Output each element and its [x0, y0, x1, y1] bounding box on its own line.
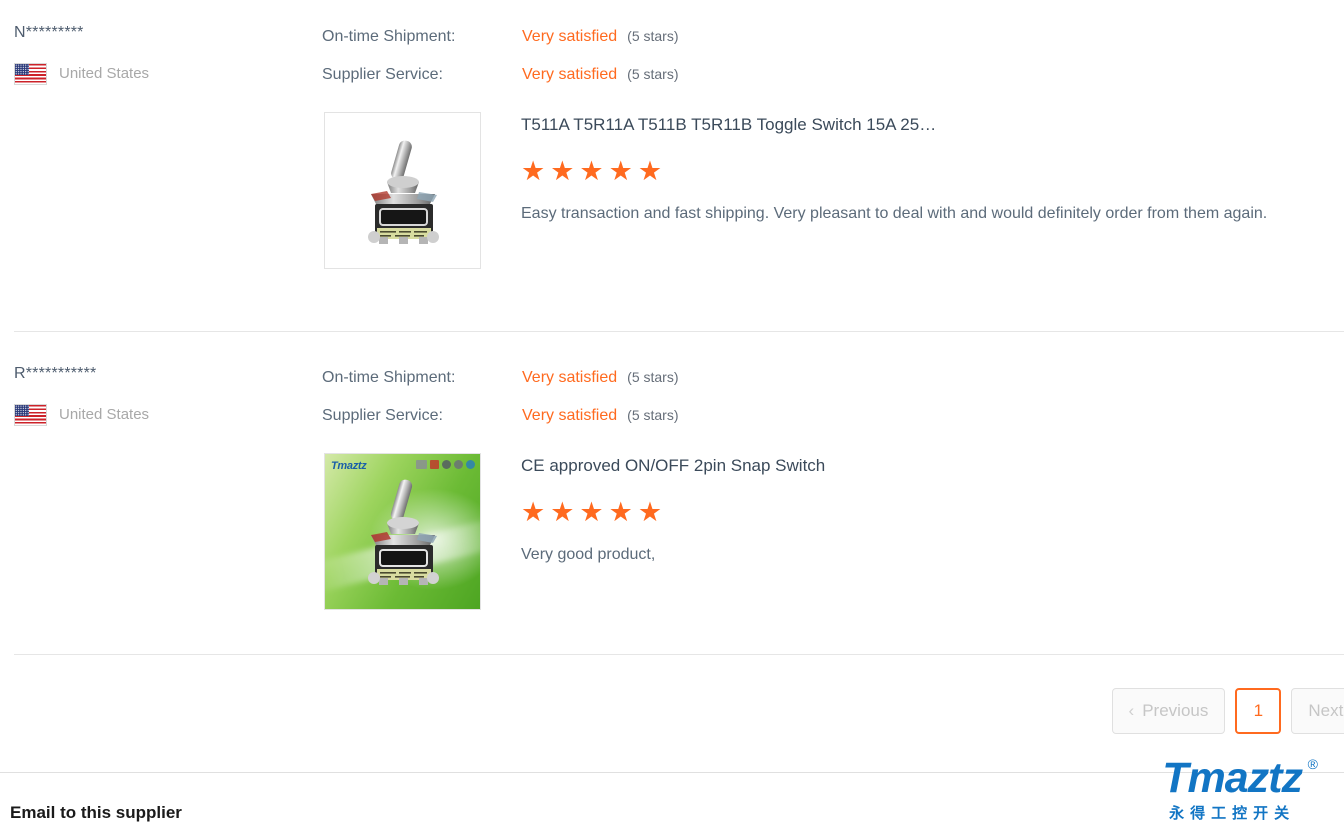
rating-row-supplier-service: Supplier Service: Very satisfied (5 star… — [322, 64, 679, 102]
cert-icon-ul — [430, 460, 439, 469]
cert-icon-vde — [442, 460, 451, 469]
product-title-link[interactable]: CE approved ON/OFF 2pin Snap Switch — [521, 453, 1311, 477]
chevron-left-icon: ‹ — [1128, 701, 1135, 720]
rating-value: Very satisfied — [522, 369, 618, 386]
review-divider — [14, 331, 1344, 332]
rating-label: Supplier Service: — [322, 407, 443, 424]
rating-row-supplier-service: Supplier Service: Very satisfied (5 star… — [322, 405, 679, 443]
reviewer-country: United States — [14, 404, 314, 426]
cert-icon-ce — [454, 460, 463, 469]
previous-page-button[interactable]: ‹ Previous — [1111, 688, 1226, 734]
rating-stars-text: (5 stars) — [627, 369, 679, 385]
country-label: United States — [59, 406, 150, 423]
reviewer-country: United States — [14, 63, 314, 85]
reviews-bottom-divider — [14, 654, 1344, 655]
next-page-button[interactable]: Next › — [1291, 688, 1344, 734]
ratings-summary: On-time Shipment: Very satisfied (5 star… — [322, 367, 679, 443]
us-flag-icon — [14, 404, 47, 426]
us-flag-icon — [14, 63, 47, 85]
brand-wordmark-text: Tmaztz — [1162, 754, 1303, 802]
product-title-link[interactable]: T511A T5R11A T511B T5R11B Toggle Switch … — [521, 112, 1311, 136]
product-thumbnail[interactable]: Tmaztz — [324, 453, 481, 610]
registered-trademark-icon: ® — [1307, 756, 1318, 772]
product-thumbnail[interactable] — [324, 112, 481, 269]
review-text: Very good product, — [521, 546, 656, 563]
reviewer-name: N********* — [14, 24, 84, 41]
product-star-rating: ★★★★★ — [521, 497, 668, 527]
brand-wordmark: Tmaztz ® — [1162, 754, 1318, 802]
ratings-summary: On-time Shipment: Very satisfied (5 star… — [322, 26, 679, 102]
rating-value: Very satisfied — [522, 66, 618, 83]
rating-row-on-time-shipment: On-time Shipment: Very satisfied (5 star… — [322, 367, 679, 405]
rating-label: On-time Shipment: — [322, 28, 456, 45]
rating-stars-text: (5 stars) — [627, 28, 679, 44]
pagination: ‹ Previous 1 Next › — [1111, 688, 1344, 734]
email-to-supplier-link[interactable]: Email to this supplier — [10, 801, 182, 825]
toggle-switch-illustration — [367, 479, 439, 585]
rating-stars-text: (5 stars) — [627, 407, 679, 423]
product-star-rating: ★★★★★ — [521, 156, 668, 186]
reviewed-product: T511A T5R11A T511B T5R11B Toggle Switch … — [324, 112, 1311, 269]
rating-value: Very satisfied — [522, 407, 618, 424]
cert-icon-sgs — [416, 460, 427, 469]
product-info: T511A T5R11A T511B T5R11B Toggle Switch … — [521, 112, 1311, 269]
review-text: Easy transaction and fast shipping. Very… — [521, 205, 1268, 222]
cert-icon-rohs — [466, 460, 475, 469]
thumbnail-brand-label: Tmaztz — [331, 460, 367, 472]
reviewer-name: R*********** — [14, 365, 97, 382]
rating-value: Very satisfied — [522, 28, 618, 45]
footer-divider — [0, 772, 1344, 773]
next-page-label: Next — [1308, 701, 1344, 720]
brand-logo: Tmaztz ® 永得工控开关 — [1162, 754, 1318, 822]
rating-row-on-time-shipment: On-time Shipment: Very satisfied (5 star… — [322, 26, 679, 64]
certification-icons — [416, 460, 475, 469]
rating-label: On-time Shipment: — [322, 369, 456, 386]
brand-subtitle: 永得工控开关 — [1169, 804, 1296, 822]
supplier-reviews-page: N********* United States On-time Shipmen… — [0, 0, 1344, 839]
toggle-switch-illustration — [367, 140, 439, 244]
reviewer-info: N********* United States — [14, 23, 314, 85]
rating-stars-text: (5 stars) — [627, 66, 679, 82]
country-label: United States — [59, 65, 150, 82]
reviewer-info: R*********** United States — [14, 364, 314, 426]
rating-label: Supplier Service: — [322, 66, 443, 83]
previous-page-label: Previous — [1142, 701, 1209, 720]
reviewed-product: Tmaztz CE approved ON/OFF 2pin Snap Swit… — [324, 453, 1311, 610]
page-number-1-button[interactable]: 1 — [1235, 688, 1282, 734]
product-info: CE approved ON/OFF 2pin Snap Switch ★★★★… — [521, 453, 1311, 610]
